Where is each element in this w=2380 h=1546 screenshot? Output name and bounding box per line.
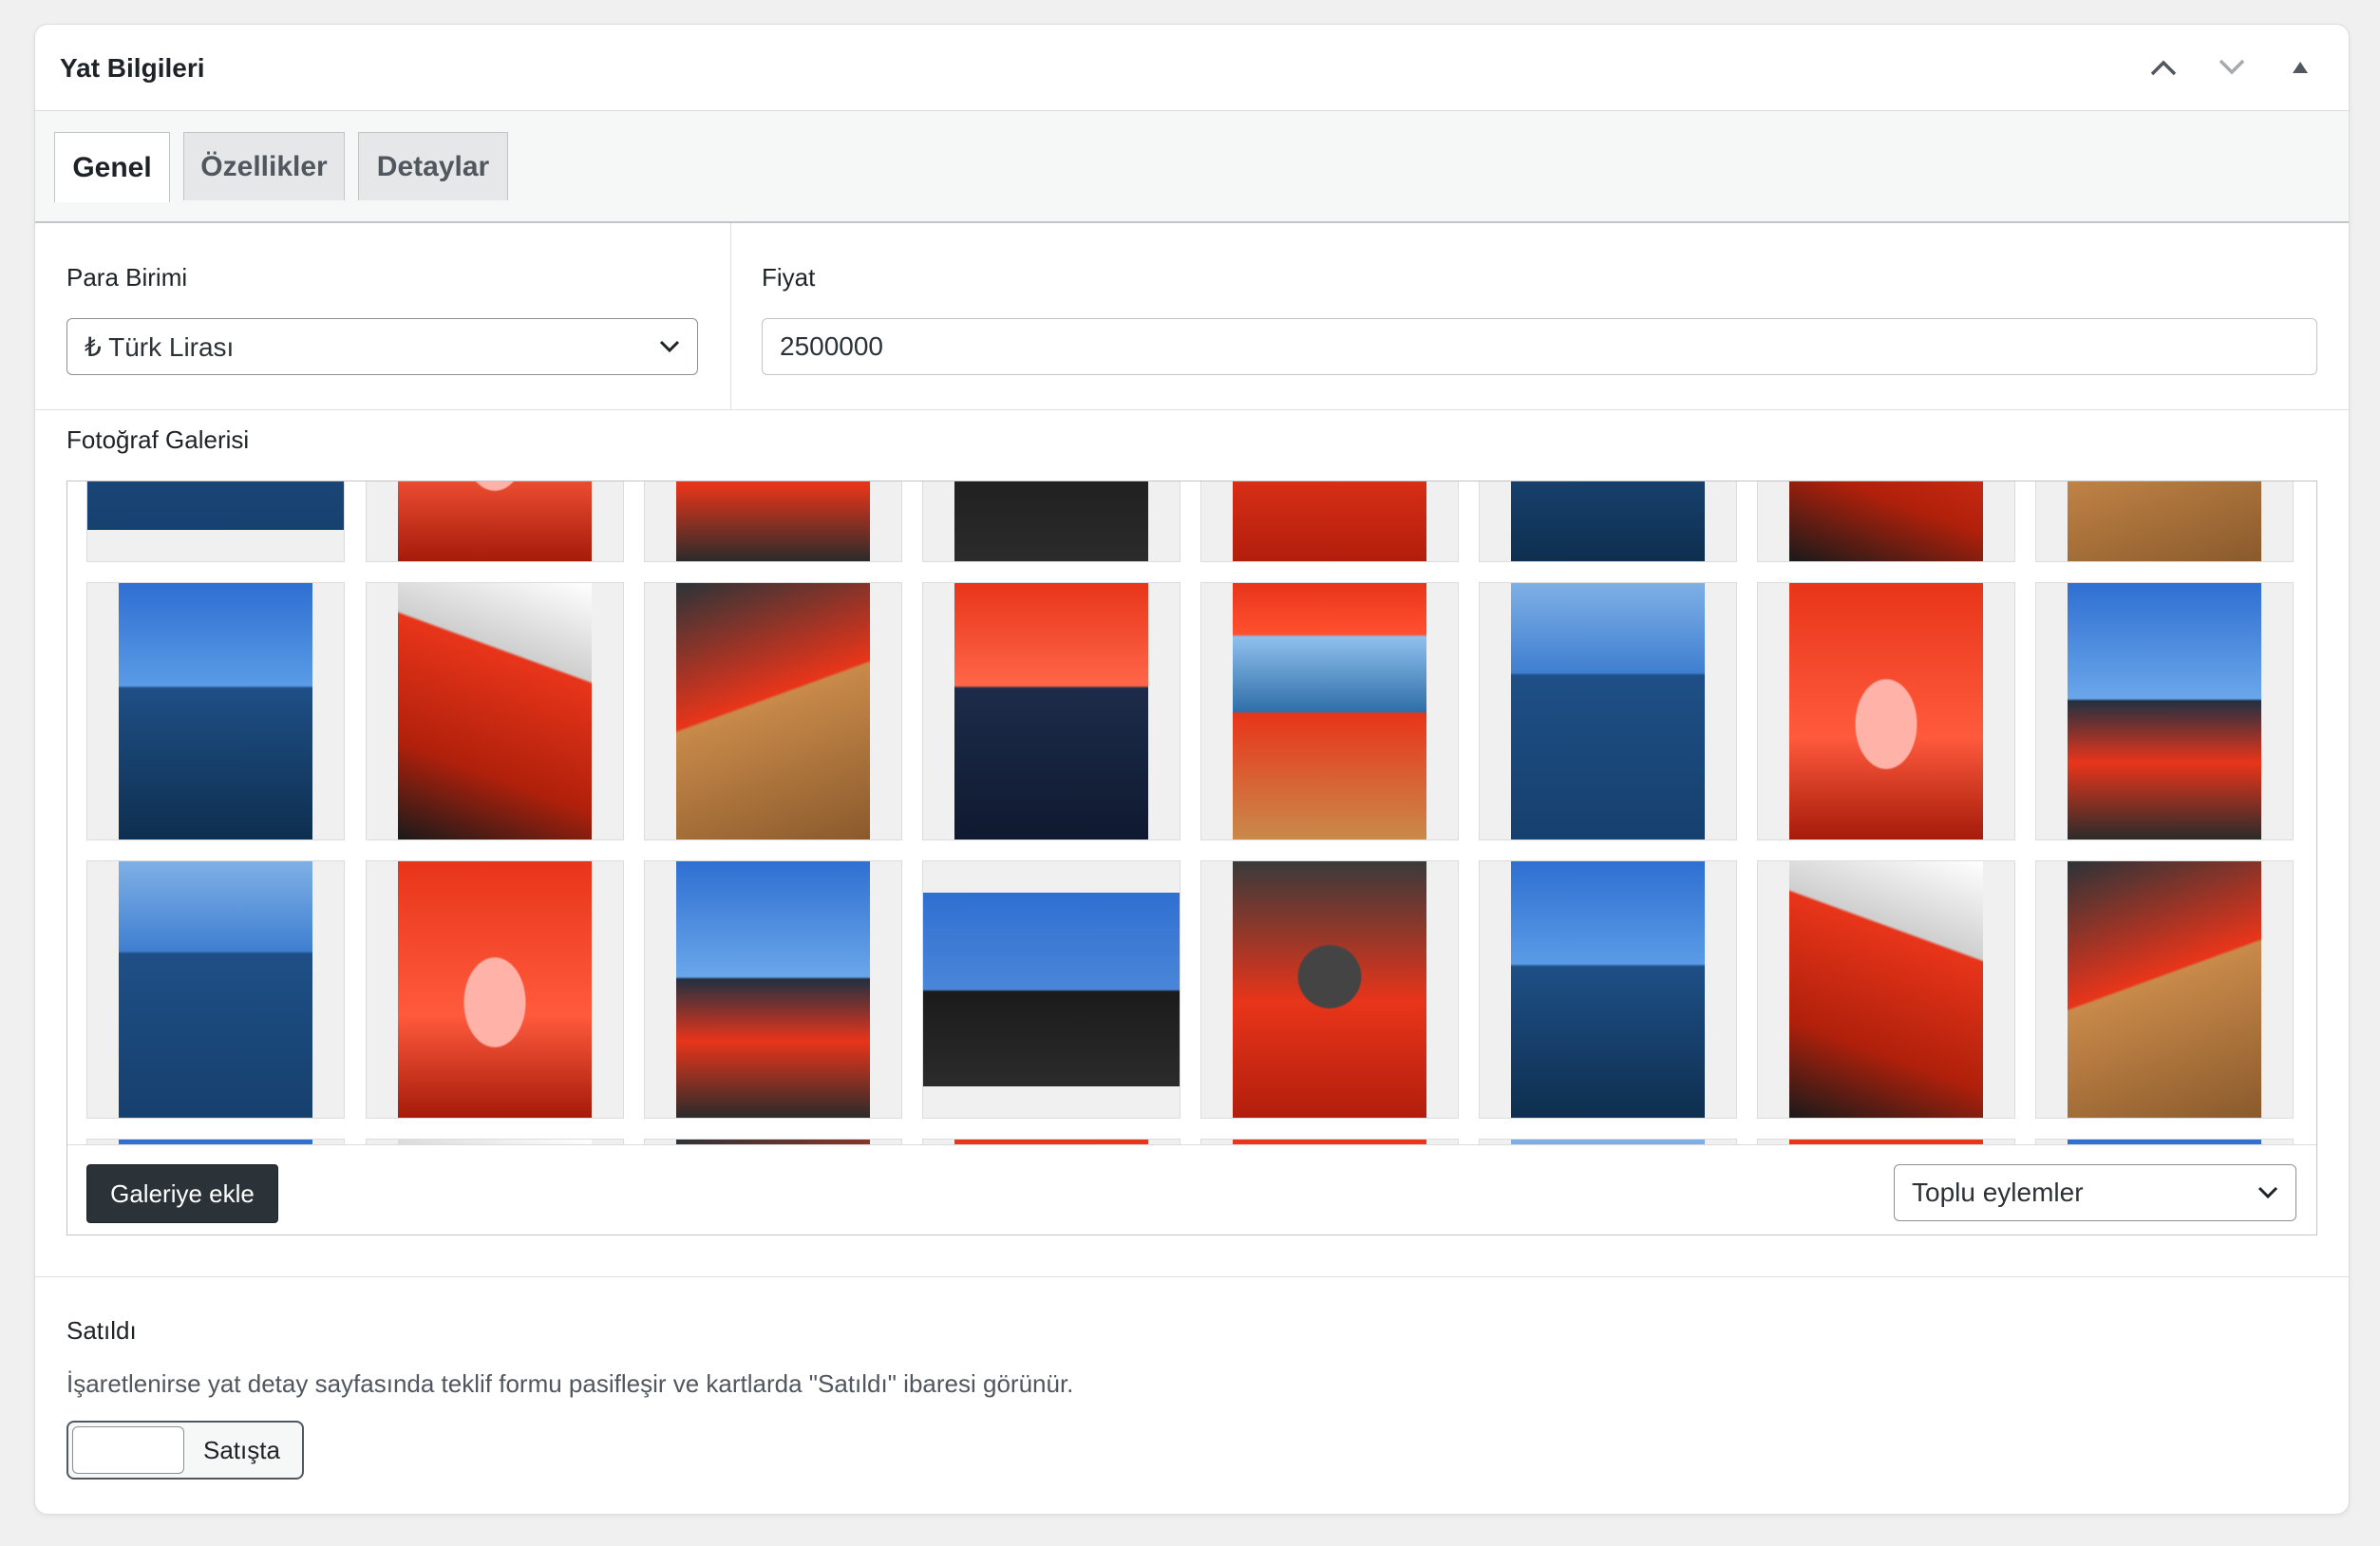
- price-label: Fiyat: [762, 263, 816, 292]
- gallery-photo: [954, 481, 1148, 561]
- gallery-photo: [1233, 481, 1426, 561]
- gallery-thumbnail[interactable]: [366, 481, 624, 562]
- gallery-photo: [2068, 583, 2261, 839]
- gallery-footer: Galeriye ekle Toplu eylemler: [67, 1145, 2316, 1235]
- gallery-thumbnail[interactable]: [1479, 582, 1737, 840]
- add-to-gallery-button[interactable]: Galeriye ekle: [86, 1164, 278, 1223]
- bulk-actions-value: Toplu eylemler: [1912, 1178, 2084, 1207]
- gallery-photo: [954, 583, 1148, 839]
- gallery-thumbnail[interactable]: [2035, 481, 2294, 562]
- gallery-thumbnail[interactable]: [1757, 1139, 2015, 1144]
- bulk-actions-select[interactable]: Toplu eylemler: [1894, 1164, 2296, 1221]
- panel-header: Yat Bilgileri: [35, 25, 2349, 111]
- chevron-up-icon: [2150, 60, 2177, 76]
- gallery-thumbnail[interactable]: [366, 860, 624, 1119]
- currency-selected-value: ₺ Türk Lirası: [85, 331, 235, 362]
- gallery-photo: [2068, 481, 2261, 561]
- gallery-thumbnail[interactable]: [1200, 1139, 1459, 1144]
- gallery-thumbnail[interactable]: [1479, 481, 1737, 562]
- gallery-thumbnail[interactable]: [644, 481, 902, 562]
- gallery-thumbnail[interactable]: [922, 481, 1181, 562]
- gallery-photo: [119, 861, 312, 1118]
- gallery-photo: [1233, 583, 1426, 839]
- gallery-photo: [398, 583, 592, 839]
- tab-bar: Genel Özellikler Detaylar: [35, 111, 2349, 223]
- gallery-photo: [923, 893, 1180, 1086]
- gallery-thumbnail[interactable]: [366, 582, 624, 840]
- gallery-thumbnail[interactable]: [922, 1139, 1181, 1144]
- column-divider: [730, 223, 731, 409]
- currency-select[interactable]: ₺ Türk Lirası: [66, 318, 698, 375]
- gallery-photo: [87, 481, 344, 530]
- gallery-photo: [1511, 583, 1705, 839]
- chevron-down-icon: [2257, 1186, 2278, 1199]
- gallery-photo: [676, 861, 870, 1118]
- gallery-photo: [1511, 861, 1705, 1118]
- move-down-button[interactable]: [2210, 46, 2254, 89]
- gallery-thumbnail[interactable]: [644, 860, 902, 1119]
- pricing-row: Para Birimi ₺ Türk Lirası Fiyat 2500000: [35, 223, 2349, 410]
- sold-label: Satıldı: [66, 1316, 137, 1345]
- gallery-thumbnail[interactable]: [1479, 860, 1737, 1119]
- toggle-switch[interactable]: [72, 1426, 184, 1474]
- gallery-thumbnail[interactable]: [1200, 582, 1459, 840]
- chevron-down-icon: [659, 340, 680, 353]
- gallery-thumbnail[interactable]: [1200, 481, 1459, 562]
- gallery-thumbnail[interactable]: [1757, 481, 2015, 562]
- price-input[interactable]: 2500000: [762, 318, 2317, 375]
- price-value: 2500000: [780, 331, 884, 361]
- gallery-thumbnail[interactable]: [2035, 582, 2294, 840]
- photo-gallery: Galeriye ekle Toplu eylemler: [66, 481, 2317, 1235]
- tab-genel[interactable]: Genel: [54, 132, 170, 202]
- gallery-thumbnail[interactable]: [922, 860, 1181, 1119]
- triangle-up-icon: [2293, 62, 2308, 73]
- tab-detaylar[interactable]: Detaylar: [358, 132, 508, 200]
- gallery-thumbnail[interactable]: [1757, 860, 2015, 1119]
- sold-description: İşaretlenirse yat detay sayfasında tekli…: [66, 1369, 1074, 1398]
- gallery-label: Fotoğraf Galerisi: [66, 425, 250, 454]
- gallery-photo: [1789, 861, 1983, 1118]
- gallery-photo: [398, 861, 592, 1118]
- gallery-thumbnail[interactable]: [2035, 860, 2294, 1119]
- gallery-thumbnail[interactable]: [86, 1139, 345, 1144]
- gallery-photo: [1789, 481, 1983, 561]
- gallery-photo: [2068, 861, 2261, 1118]
- gallery-thumbnail[interactable]: [1757, 582, 2015, 840]
- gallery-photo: [676, 583, 870, 839]
- gallery-photo: [1789, 583, 1983, 839]
- gallery-photo: [398, 481, 592, 561]
- toggle-label: Satışta: [203, 1436, 280, 1464]
- gallery-thumbnail[interactable]: [644, 582, 902, 840]
- toggle-panel-button[interactable]: [2278, 46, 2322, 89]
- gallery-thumbnail[interactable]: [366, 1139, 624, 1144]
- gallery-thumbnail[interactable]: [1200, 860, 1459, 1119]
- gallery-thumbnail[interactable]: [86, 481, 345, 562]
- gallery-thumbnail[interactable]: [2035, 1139, 2294, 1144]
- gallery-photo: [1511, 481, 1705, 561]
- yacht-info-panel: Yat Bilgileri Genel Özellikler Detaylar …: [34, 24, 2350, 1515]
- gallery-thumbnail[interactable]: [86, 582, 345, 840]
- move-up-button[interactable]: [2142, 46, 2185, 89]
- gallery-grid[interactable]: [67, 481, 2316, 1145]
- chevron-down-icon: [2219, 59, 2245, 75]
- currency-label: Para Birimi: [66, 263, 188, 292]
- tab-ozellikler[interactable]: Özellikler: [183, 132, 345, 200]
- gallery-thumbnail[interactable]: [1479, 1139, 1737, 1144]
- panel-title: Yat Bilgileri: [60, 53, 205, 83]
- gallery-photo: [676, 481, 870, 561]
- sold-toggle[interactable]: Satışta: [66, 1421, 304, 1480]
- gallery-photo: [119, 583, 312, 839]
- section-divider: [35, 1276, 2349, 1277]
- gallery-thumbnail[interactable]: [644, 1139, 902, 1144]
- gallery-thumbnail[interactable]: [922, 582, 1181, 840]
- gallery-photo: [1233, 861, 1426, 1118]
- gallery-thumbnail[interactable]: [86, 860, 345, 1119]
